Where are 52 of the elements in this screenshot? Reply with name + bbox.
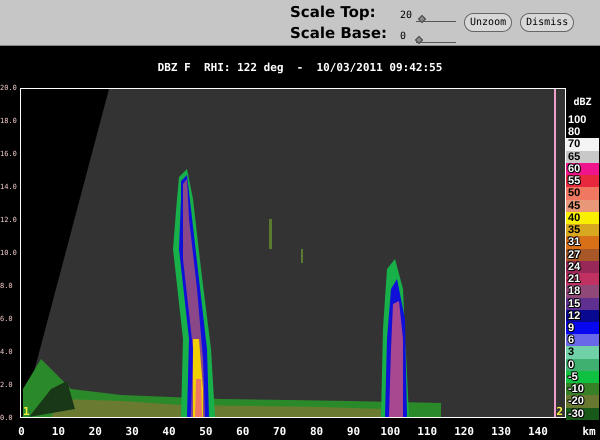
corner-marker: 1	[23, 406, 30, 417]
x-axis-label: 10	[50, 424, 66, 438]
legend-entry: 40	[566, 212, 599, 224]
toolbar-button[interactable]: Dismiss	[520, 13, 574, 32]
x-axis-label: 90	[346, 424, 362, 438]
scale-slider[interactable]	[416, 34, 456, 43]
slider-value: 0	[400, 31, 408, 43]
legend-entry: 45	[566, 200, 599, 212]
legend-entry: -30	[566, 408, 599, 420]
slider-label: Scale Base:	[290, 23, 388, 43]
x-axis-label: 20	[88, 424, 103, 438]
legend-entry: 12	[566, 310, 599, 322]
x-axis-label: 140	[526, 424, 549, 438]
x-axis-label: 60	[235, 424, 250, 438]
legend-entry: 60	[566, 162, 599, 176]
x-axis-label: 110	[416, 424, 438, 438]
x-axis-label: 130	[490, 424, 512, 438]
legend-entry: 15	[566, 298, 599, 310]
legend-entry: 55	[566, 175, 599, 188]
x-axis-label: 100	[379, 424, 402, 438]
slider-label: Scale Top:	[290, 2, 377, 22]
legend-entry: 6	[566, 334, 599, 346]
legend-entry: 50	[566, 187, 599, 200]
corner-marker: 2	[556, 406, 563, 417]
legend-entry: -10	[566, 383, 599, 396]
legend-title: dBZ	[572, 96, 593, 110]
x-axis-label: 70	[272, 424, 288, 438]
legend-entry: 31	[566, 236, 599, 249]
toolbar-button[interactable]: Unzoom	[464, 13, 512, 32]
x-axis-label: 120	[453, 424, 476, 438]
legend-entry: 3	[566, 346, 599, 359]
legend-entry: 18	[566, 285, 599, 298]
legend-entry: 21	[566, 273, 599, 286]
legend-entry: 24	[566, 260, 599, 274]
legend-entry: -20	[566, 395, 599, 408]
scale-slider[interactable]	[416, 13, 456, 22]
legend-entry: 35	[566, 224, 599, 236]
legend-entry: 65	[566, 150, 599, 163]
plot-title: DBZ F RHI: 122 deg - 10/03/2011 09:42:55	[158, 60, 442, 74]
x-axis-label: 40	[161, 424, 177, 438]
slider-value: 20	[400, 10, 414, 22]
x-axis-label: 30	[124, 424, 140, 438]
legend-entry: 27	[566, 248, 599, 261]
legend-entry: 70	[566, 138, 599, 151]
x-axis-label: 50	[198, 424, 214, 438]
legend-entry: 9	[566, 322, 599, 334]
legend-entry: 80	[566, 126, 599, 138]
x-axis-label: 0	[17, 424, 26, 438]
legend-entry: -5	[566, 370, 599, 384]
x-axis-label: 80	[308, 424, 324, 438]
x-axis-unit: km	[582, 424, 596, 438]
legend-entry: 0	[566, 358, 599, 371]
